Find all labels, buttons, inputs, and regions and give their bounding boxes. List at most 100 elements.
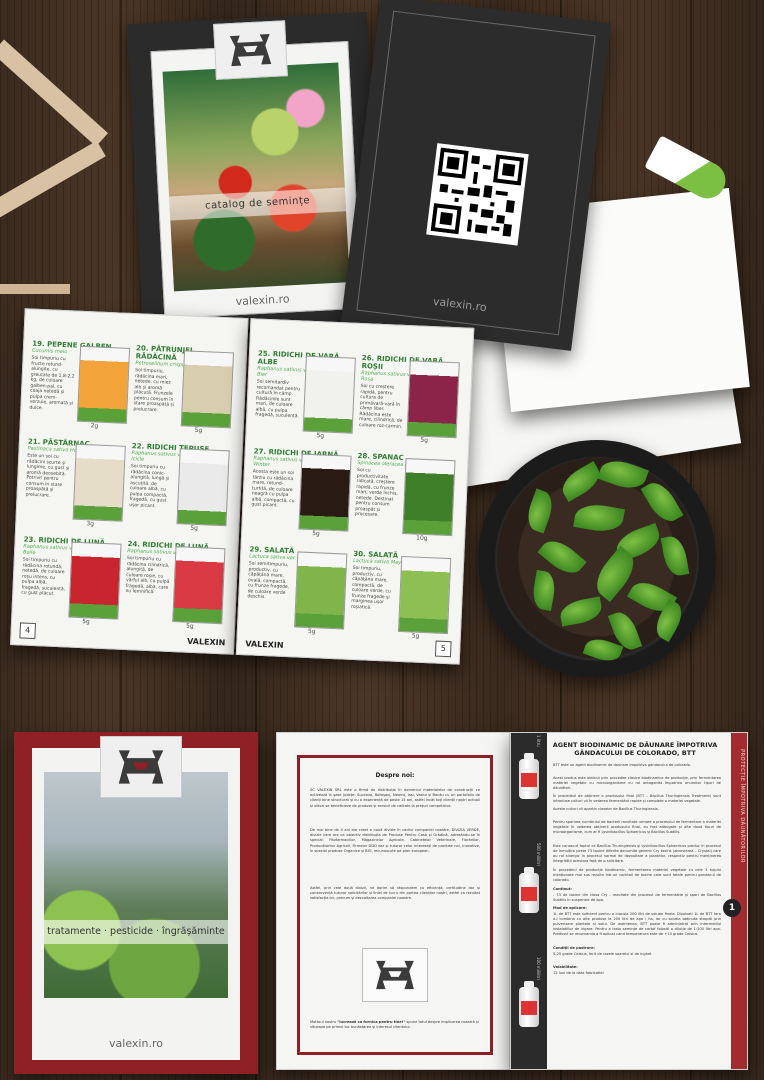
seed-packet-image bbox=[302, 355, 356, 434]
page-number-badge: 1 bbox=[723, 899, 741, 917]
seed-packet-image bbox=[68, 541, 122, 620]
about-product-spread: Despre noi: SC VALEXIN SRL este o firmă … bbox=[276, 732, 748, 1070]
product-section-text: - 73 de toxine din clasa Cry - rezultate… bbox=[553, 893, 721, 902]
seed-item: 27. RIDICHI DE IARNĂ Raphanus sativus var… bbox=[250, 447, 354, 547]
cover-inner: catalog de semințe valexin.ro bbox=[150, 40, 363, 319]
product-paragraph: În procedeul de obținere a produsului fi… bbox=[553, 794, 721, 803]
seed-item-description: Soi timpuriu cu fructe rotund-alungite, … bbox=[29, 355, 75, 411]
seed-item: 25. RIDICHI DE VARĂ ALBE Raphanus sativus… bbox=[254, 350, 358, 450]
seed-packet-image bbox=[397, 555, 452, 635]
seed-item: 23. RIDICHI DE LUNĂ Raphanus sativus var.… bbox=[20, 535, 124, 635]
about-frame: Despre noi: SC VALEXIN SRL este o firmă … bbox=[297, 755, 493, 1055]
product-paragraph: Acest produs este obtinut prin procedee … bbox=[553, 776, 721, 790]
seed-item: 20. PĂTRUNJEL RĂDĂCINĂ Petroselinum crisp… bbox=[132, 344, 236, 444]
bottle-volume: 500 mililitri bbox=[536, 843, 541, 866]
product-section-heading: Continut: bbox=[553, 887, 572, 891]
folding-ruler bbox=[0, 140, 106, 222]
footer-brand: VALEXIN bbox=[245, 639, 284, 650]
seed-packet-image bbox=[294, 551, 348, 630]
seed-item: 24. RIDICHI DE LUNĂ Raphanus sativus var.… bbox=[124, 540, 228, 640]
about-title: Despre noi: bbox=[375, 772, 415, 779]
product-section-heading: Valabilitate: bbox=[553, 965, 578, 969]
about-page: Despre noi: SC VALEXIN SRL este o firmă … bbox=[276, 732, 510, 1070]
seed-item-description: Soi timpuriu, rădăcina mari, netede, cu … bbox=[133, 368, 175, 413]
seed-item-weight: 5g bbox=[185, 622, 194, 630]
ant-logo-icon bbox=[118, 750, 164, 784]
product-section-text: 12 luni de la data fabricatiei bbox=[553, 971, 604, 975]
seed-item: 26. RIDICHI DE VARĂ ROȘII Raphanus sativu… bbox=[358, 354, 462, 454]
seed-packet-image bbox=[298, 453, 352, 532]
page-number: 5 bbox=[434, 640, 452, 658]
about-paragraph: SC VALEXIN SRL este o firmă de distribuț… bbox=[310, 788, 480, 808]
seed-item-weight: 5g bbox=[190, 524, 199, 533]
seed-item: 22. RIDICHI ȚEPUȘE Raphanus sativus var. … bbox=[128, 442, 232, 542]
seed-item-description: Soi cu creștere rapidă, pentru cultura d… bbox=[358, 384, 403, 430]
seed-item: 19. PEPENE GALBEN Cucumis melo Soi timpuri… bbox=[28, 340, 132, 440]
product-paragraph: Este cunoscut faptul ca Bacillus Thuring… bbox=[553, 844, 721, 863]
seed-packet-image bbox=[180, 350, 235, 429]
valexin-logo bbox=[362, 948, 428, 1002]
footer-brand: VALEXIN bbox=[186, 636, 226, 648]
valexin-logo bbox=[213, 20, 288, 80]
product-paragraph: BTT este un agent biodinamic de daunare … bbox=[553, 763, 691, 767]
seed-packet-image bbox=[176, 448, 230, 527]
seed-item-weight: 5g bbox=[81, 618, 90, 626]
product-paragraph: Pentru sporirea numărului de bacterii re… bbox=[553, 820, 721, 834]
garden-spraying-photo bbox=[44, 772, 228, 998]
seed-item: 28. SPANAC Spinacea oleracea Matador Soi c… bbox=[354, 452, 458, 552]
seed-item-description: Soi cu productivitate ridicată, creștere… bbox=[354, 467, 398, 518]
seed-packet-image bbox=[406, 360, 460, 439]
wooden-desk-mockup: catalog de semințe valexin.ro valexin.ro… bbox=[0, 0, 764, 1080]
qr-code-booklet: valexin.ro bbox=[340, 0, 612, 351]
page-number: 4 bbox=[19, 622, 37, 640]
product-section-text: 5-25 grade Celsius, ferit de razele soar… bbox=[553, 952, 652, 956]
folding-ruler bbox=[0, 39, 109, 147]
seed-item-weight: 5g bbox=[420, 436, 429, 445]
product-title: AGENT BIODINAMIC DE DĂUNARE ÎMPOTRIVA GÂ… bbox=[552, 741, 718, 757]
seed-item-weight: 10g bbox=[415, 534, 428, 543]
qr-code-icon bbox=[426, 143, 529, 246]
seed-item-description: Soi semitardiv recomandat pentru cultură… bbox=[255, 379, 301, 420]
cover-brand: valexin.ro bbox=[235, 292, 290, 309]
product-image-strip: 1 litru 500 mililitri 100 mililitri bbox=[511, 733, 547, 1069]
seed-item-weight: 2g bbox=[90, 422, 99, 430]
product-section-text: 1L de BTT este suficient pentru a inocul… bbox=[553, 912, 721, 936]
seed-item-description: Soi timpuriu cu rădăcina conic-alungită,… bbox=[129, 464, 170, 509]
valexin-logo bbox=[100, 736, 182, 798]
seed-item-weight: 5g bbox=[307, 627, 316, 636]
seed-item: 21. PĂSTÂRNAC Pastinaca sativa Hollow cro… bbox=[24, 438, 128, 538]
product-bottle bbox=[519, 753, 539, 799]
seed-item-description: Soi semitimpuriu, productiv, cu căpățână… bbox=[247, 561, 290, 601]
seed-item-weight: 5g bbox=[194, 426, 203, 435]
seed-catalog-spread: 19. PEPENE GALBEN Cucumis melo Soi timpuri… bbox=[10, 308, 477, 672]
product-section-heading: Mod de aplicare: bbox=[553, 906, 587, 910]
ant-logo-icon bbox=[376, 960, 414, 990]
product-section-heading: Condiții de pastrare: bbox=[553, 946, 595, 950]
about-paragraph: De mai bine de 4 ani am creat o nouă div… bbox=[310, 828, 480, 853]
seed-item-description: Acesta este un soi târziu cu rădăcina ma… bbox=[251, 469, 295, 509]
product-page: 1 litru 500 mililitri 100 mililitri AGEN… bbox=[510, 732, 748, 1070]
product-bottle bbox=[519, 867, 539, 913]
seed-item-weight: 5g bbox=[312, 530, 320, 538]
product-paragraph: În procedeul de producție biodinamic, fe… bbox=[553, 868, 721, 882]
pesticide-catalog-cover: tratamente · pesticide · îngrășăminte va… bbox=[14, 732, 258, 1074]
about-motto: Mottoul nostru "lucrează ca furnica pent… bbox=[310, 1020, 480, 1030]
seed-item-description: Este un soi cu rădăcini scurte și lungim… bbox=[25, 453, 70, 499]
seed-item-description: Soi timpuriu cu rădăcina cilindrică, alu… bbox=[125, 556, 170, 596]
seed-item-description: Soi timpuriu, productiv, cu căpățâna mar… bbox=[350, 565, 391, 611]
motto-intro: Mottoul nostru bbox=[310, 1020, 337, 1024]
product-paragraph: Aceste culturi vii aparțin claselor de B… bbox=[553, 807, 659, 811]
wood-stick bbox=[0, 284, 70, 294]
seed-item-weight: 5g bbox=[411, 632, 420, 640]
sidebar-label: PROTECȚIE ÎMPOTRIVA DĂUNĂTORILOR bbox=[739, 749, 745, 863]
seed-packet-image bbox=[172, 546, 226, 625]
ant-logo-icon bbox=[229, 34, 272, 67]
qr-code-graphic bbox=[430, 147, 525, 237]
bottle-volume: 1 litru bbox=[536, 735, 541, 747]
seed-item: 30. SALATĂ Lactuca sativa May King Soi tim… bbox=[349, 550, 453, 650]
seed-packet-image bbox=[76, 345, 131, 424]
left-page: 19. PEPENE GALBEN Cucumis melo Soi timpuri… bbox=[10, 308, 249, 655]
bottle-volume: 100 mililitri bbox=[536, 957, 541, 980]
seed-item: 29. SALATĂLactuca sativa var. capitata A… bbox=[245, 545, 349, 645]
seed-item-description: Soi timpuriu cu rădăcina rotundă, netedă… bbox=[21, 557, 66, 597]
